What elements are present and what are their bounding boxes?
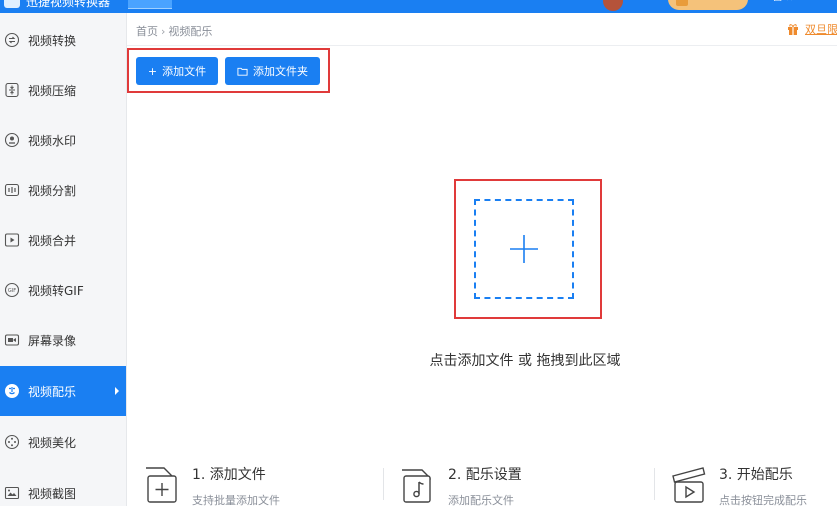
app-logo-icon <box>4 0 20 8</box>
title-bar: 迅捷视频转换器 — ☐ ✕ <box>0 0 837 13</box>
sidebar-item-video-screenshot[interactable]: 视频截图 <box>0 468 126 518</box>
gif-icon: GIF <box>4 282 20 298</box>
step-title: 1. 添加文件 <box>192 467 266 483</box>
folder-icon <box>237 66 248 77</box>
screen-record-icon <box>4 332 20 348</box>
watermark-icon <box>4 132 20 148</box>
music-icon <box>4 383 20 399</box>
sidebar-item-label: 屏幕录像 <box>28 333 77 348</box>
step-divider <box>383 468 384 500</box>
sidebar-item-label: 视频美化 <box>28 435 77 450</box>
sidebar-item-label: 视频压缩 <box>28 83 77 98</box>
merge-icon <box>4 232 20 248</box>
promo-link[interactable]: 双旦限 <box>787 21 837 37</box>
sidebar-item-video-convert[interactable]: 视频转换 <box>0 15 126 65</box>
add-file-button[interactable]: + 添加文件 <box>136 57 218 85</box>
sidebar-item-label: 视频分割 <box>28 183 77 198</box>
beautify-icon <box>4 434 20 450</box>
add-file-label: 添加文件 <box>162 65 207 78</box>
user-avatar[interactable] <box>603 0 623 11</box>
sidebar-item-label: 视频截图 <box>28 486 77 501</box>
breadcrumb-separator: › <box>161 25 166 38</box>
step-divider <box>654 468 655 500</box>
sidebar-item-label: 视频转换 <box>28 33 77 48</box>
breadcrumb-home-link[interactable]: 首页 <box>136 25 158 38</box>
split-icon <box>4 182 20 198</box>
window-controls[interactable]: — ☐ ✕ <box>760 0 794 4</box>
step-music-settings: 2. 配乐设置 添加配乐文件 <box>398 462 618 507</box>
sidebar-item-label: 视频合并 <box>28 233 77 248</box>
add-folder-label: 添加文件夹 <box>253 65 308 78</box>
sidebar-item-screen-record[interactable]: 屏幕录像 <box>0 315 126 365</box>
sidebar-item-label: 视频转GIF <box>28 283 84 298</box>
compress-icon <box>4 82 20 98</box>
breadcrumb-current: 视频配乐 <box>168 25 213 38</box>
plus-large-icon <box>510 235 538 263</box>
step-add-file: 1. 添加文件 支持批量添加文件 <box>142 462 362 507</box>
start-step-icon <box>672 467 706 503</box>
active-caret-icon <box>115 387 119 395</box>
step-title: 3. 开始配乐 <box>719 467 793 483</box>
sidebar: 视频转换 视频压缩 视频水印 视频分割 视频合并 GIF 视频转GIF 屏幕录像… <box>0 13 127 506</box>
vip-icon <box>676 0 688 6</box>
screenshot-icon <box>4 485 20 501</box>
app-title: 迅捷视频转换器 <box>26 0 111 9</box>
version-badge[interactable] <box>128 0 172 9</box>
sidebar-item-video-split[interactable]: 视频分割 <box>0 165 126 215</box>
vip-button[interactable] <box>668 0 748 10</box>
sidebar-item-video-beautify[interactable]: 视频美化 <box>0 417 126 467</box>
sidebar-item-video-merge[interactable]: 视频合并 <box>0 215 126 265</box>
convert-icon <box>4 32 20 48</box>
sidebar-item-label: 视频水印 <box>28 133 77 148</box>
header-divider <box>127 45 837 46</box>
sidebar-item-video-compress[interactable]: 视频压缩 <box>0 65 126 115</box>
sidebar-item-video-to-gif[interactable]: GIF 视频转GIF <box>0 265 126 315</box>
sidebar-item-video-watermark[interactable]: 视频水印 <box>0 115 126 165</box>
dropzone-hint: 点击添加文件 或 拖拽到此区域 <box>429 353 621 369</box>
dropzone[interactable] <box>474 199 574 299</box>
step-start-music: 3. 开始配乐 点击按钮完成配乐 <box>669 462 837 507</box>
step-title: 2. 配乐设置 <box>448 467 522 483</box>
sidebar-item-label: 视频配乐 <box>28 384 77 399</box>
breadcrumb: 首页 › 视频配乐 <box>136 23 212 39</box>
gift-icon <box>787 23 799 35</box>
music-file-step-icon <box>402 469 431 503</box>
plus-icon: + <box>147 64 158 78</box>
svg-text:GIF: GIF <box>8 288 16 294</box>
add-file-step-icon <box>146 467 177 503</box>
sidebar-item-video-music[interactable]: 视频配乐 <box>0 366 126 416</box>
add-folder-button[interactable]: 添加文件夹 <box>225 57 320 85</box>
promo-text: 双旦限 <box>805 23 837 36</box>
